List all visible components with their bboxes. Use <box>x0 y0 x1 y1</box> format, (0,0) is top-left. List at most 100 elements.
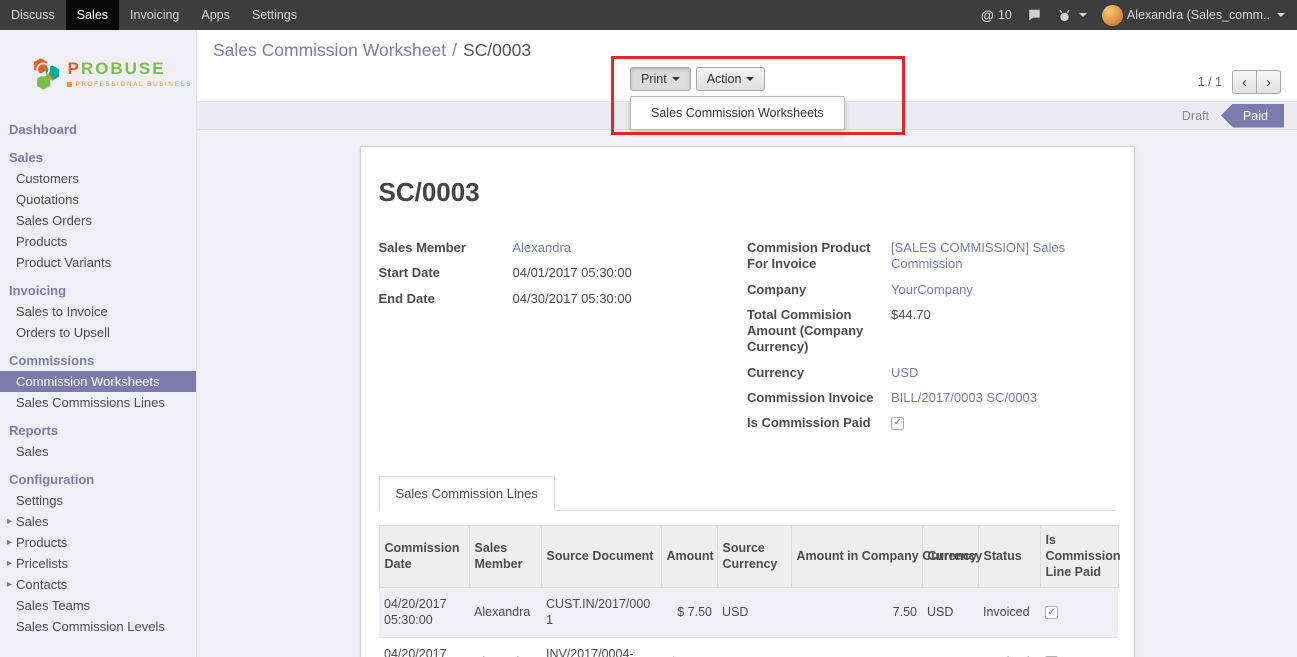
sidebar-item-product-variants[interactable]: ▸ Product Variants <box>0 252 196 273</box>
pager: 1 / 1 ‹ › <box>1198 70 1281 94</box>
sidebar-heading-configuration[interactable]: Configuration <box>0 468 196 490</box>
pager-previous-button[interactable]: ‹ <box>1232 70 1257 94</box>
topbar-menu-apps[interactable]: Apps <box>190 0 241 30</box>
sidebar-item-sales[interactable]: ▸ Sales <box>0 511 196 532</box>
logo-text: PROBUSE PROFESSIONAL BUSINESS <box>67 60 192 89</box>
topbar-menu-discuss[interactable]: Discuss <box>0 0 66 30</box>
probuse-logo-icon <box>30 43 60 105</box>
field-label: End Date <box>379 291 513 307</box>
field-value[interactable]: USD <box>891 365 918 381</box>
mention-count: 10 <box>998 8 1012 22</box>
print-button[interactable]: Print <box>630 67 691 91</box>
sidebar-section: Commissions ▸ Commission Worksheets ▸ Sa… <box>0 349 196 413</box>
sidebar-heading-dashboard[interactable]: Dashboard <box>0 118 196 140</box>
topbar-menus: DiscussSalesInvoicingAppsSettings <box>0 0 308 30</box>
table-row[interactable]: 04/20/2017 05:30:00AlexandraINV/2017/000… <box>379 637 1118 657</box>
column-header-sales-member[interactable]: Sales Member <box>469 526 541 588</box>
table-cell: $ 7.50 <box>661 588 717 638</box>
sidebar-item-label: Contacts <box>16 577 67 592</box>
sidebar-item-sales-commission-levels[interactable]: ▸ Sales Commission Levels <box>0 616 196 637</box>
sidebar: PROBUSE PROFESSIONAL BUSINESS Dashboard … <box>0 30 197 657</box>
main-area: Sales Commission Worksheet/SC/0003 Print… <box>197 30 1297 657</box>
topbar-menu-sales[interactable]: Sales <box>66 0 119 30</box>
topbar-menu-settings[interactable]: Settings <box>241 0 308 30</box>
column-header-currency[interactable]: Currency <box>922 526 978 588</box>
table-row[interactable]: 04/20/2017 05:30:00AlexandraCUST.IN/2017… <box>379 588 1118 638</box>
messages-button[interactable] <box>1027 8 1042 22</box>
field-value[interactable]: BILL/2017/0003 SC/0003 <box>891 390 1037 406</box>
action-button[interactable]: Action <box>696 67 766 91</box>
logo-bullet-icon <box>67 82 72 87</box>
sidebar-section: Reports ▸ Sales <box>0 419 196 462</box>
pager-next-button[interactable]: › <box>1256 70 1281 94</box>
table-cell: CUST.IN/2017/0001 <box>541 588 661 638</box>
form-field: Start Date 04/01/2017 05:30:00 <box>379 265 748 281</box>
form-view: SC/0003 Sales Member Alexandra Start Dat… <box>197 130 1297 657</box>
sidebar-item-sales-teams[interactable]: ▸ Sales Teams <box>0 595 196 616</box>
chevron-right-icon: ▸ <box>7 535 12 550</box>
form-field: Company YourCompany <box>747 282 1116 298</box>
topbar-right: @ 10 Alexandra (Sales_comm.. <box>981 0 1297 30</box>
form-field: Is Commission Paid <box>747 415 1116 431</box>
logo-subtitle-text: PROFESSIONAL BUSINESS <box>75 81 192 88</box>
topbar-menu-invoicing[interactable]: Invoicing <box>119 0 190 30</box>
form-field: Total Commision Amount (Company Currency… <box>747 307 1116 356</box>
column-header-is-commission-line-paid[interactable]: Is Commission Line Paid <box>1040 526 1118 588</box>
sidebar-item-label: Sales <box>16 514 49 529</box>
sidebar-item-settings[interactable]: ▸ Settings <box>0 490 196 511</box>
sidebar-item-customers[interactable]: ▸ Customers <box>0 168 196 189</box>
field-value[interactable]: YourCompany <box>891 282 973 298</box>
sidebar-item-label: Commission Worksheets <box>16 374 160 389</box>
sidebar-heading-commissions[interactable]: Commissions <box>0 349 196 371</box>
column-header-status[interactable]: Status <box>978 526 1040 588</box>
sidebar-item-products[interactable]: ▸ Products <box>0 231 196 252</box>
field-label: Total Commision Amount (Company Currency… <box>747 307 891 356</box>
sidebar-item-orders-to-upsell[interactable]: ▸ Orders to Upsell <box>0 322 196 343</box>
sidebar-item-sales-to-invoice[interactable]: ▸ Sales to Invoice <box>0 301 196 322</box>
sidebar-item-label: Sales Orders <box>16 213 92 228</box>
is-commission-paid-checkbox[interactable] <box>891 417 904 430</box>
print-dropdown-item[interactable]: Sales Commission Worksheets <box>631 101 844 125</box>
line-paid-checkbox[interactable] <box>1045 606 1058 619</box>
sidebar-heading-reports[interactable]: Reports <box>0 419 196 441</box>
mention-at-icon: @ <box>981 8 994 23</box>
sidebar-item-sales[interactable]: ▸ Sales <box>0 441 196 462</box>
column-header-commission-date[interactable]: Commission Date <box>379 526 469 588</box>
sidebar-item-label: Customers <box>16 171 79 186</box>
user-menu[interactable]: Alexandra (Sales_comm.. <box>1102 5 1285 26</box>
user-name: Alexandra (Sales_comm.. <box>1127 8 1270 22</box>
breadcrumb: Sales Commission Worksheet/SC/0003 <box>213 40 531 61</box>
statusbar-stage-draft[interactable]: Draft <box>1170 109 1221 123</box>
chat-bubble-icon <box>1027 8 1042 22</box>
sidebar-item-sales-commissions-lines[interactable]: ▸ Sales Commissions Lines <box>0 392 196 413</box>
sidebar-heading-sales[interactable]: Sales <box>0 146 196 168</box>
chevron-right-icon: ▸ <box>7 514 12 529</box>
sidebar-item-contacts[interactable]: ▸ Contacts <box>0 574 196 595</box>
field-value <box>891 415 904 431</box>
sidebar-item-pricelists[interactable]: ▸ Pricelists <box>0 553 196 574</box>
breadcrumb-parent-link[interactable]: Sales Commission Worksheet <box>213 40 446 60</box>
mentions-button[interactable]: @ 10 <box>981 8 1012 23</box>
column-header-amount[interactable]: Amount <box>661 526 717 588</box>
sidebar-item-sales-orders[interactable]: ▸ Sales Orders <box>0 210 196 231</box>
action-buttons: Print Action <box>630 67 765 91</box>
sidebar-item-label: Product Variants <box>16 255 111 270</box>
field-value[interactable]: [SALES COMMISSION] Sales Commission <box>891 240 1116 273</box>
sidebar-item-quotations[interactable]: ▸ Quotations <box>0 189 196 210</box>
debug-menu-button[interactable] <box>1057 8 1087 23</box>
sidebar-item-commission-worksheets[interactable]: ▸ Commission Worksheets <box>0 371 196 392</box>
field-label: Company <box>747 282 891 298</box>
sidebar-section-items: ▸ Customers ▸ Quotations ▸ Sales Orders … <box>0 168 196 273</box>
field-value[interactable]: Alexandra <box>513 240 572 256</box>
tab-sales-commission-lines[interactable]: Sales Commission Lines <box>379 476 555 511</box>
column-header-amount-in-company-currency[interactable]: Amount in Company Currency <box>791 526 922 588</box>
sidebar-item-label: Sales to Invoice <box>16 304 108 319</box>
lines-table-head-row: Commission DateSales MemberSource Docume… <box>379 526 1118 588</box>
caret-down-icon <box>672 77 680 81</box>
sidebar-section-items: ▸ Settings ▸ Sales ▸ Products ▸ Pricelis… <box>0 490 196 637</box>
column-header-source-document[interactable]: Source Document <box>541 526 661 588</box>
sidebar-item-products[interactable]: ▸ Products <box>0 532 196 553</box>
column-header-source-currency[interactable]: Source Currency <box>717 526 791 588</box>
sidebar-heading-invoicing[interactable]: Invoicing <box>0 279 196 301</box>
statusbar-stage-paid[interactable]: Paid <box>1221 104 1284 128</box>
